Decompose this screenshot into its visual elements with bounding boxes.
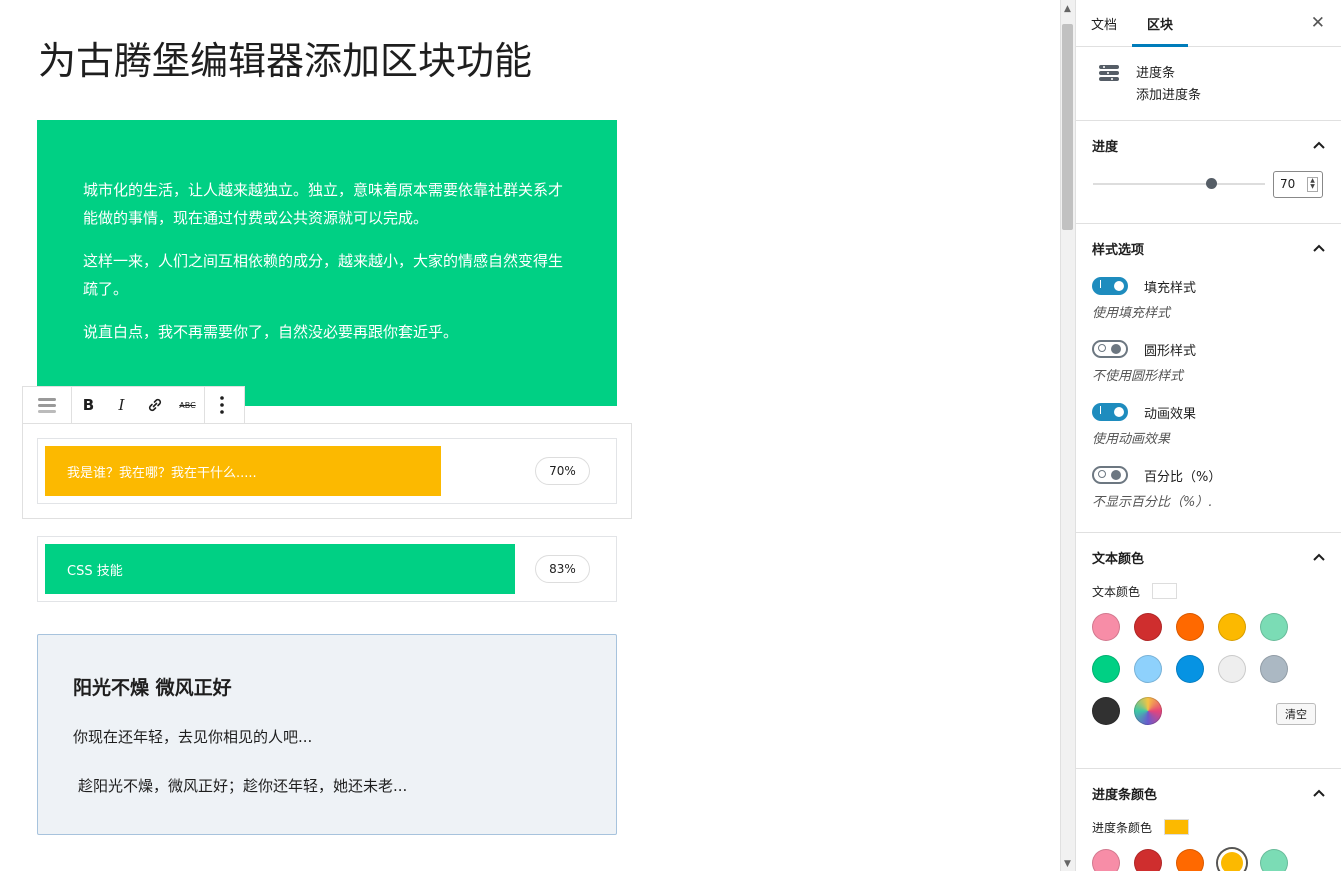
group-block[interactable]: 城市化的生活，让人越来越独立。独立，意味着原本需要依靠社群关系才能做的事情，现在… bbox=[37, 120, 617, 406]
color-swatch[interactable] bbox=[1218, 655, 1246, 683]
percent-toggle[interactable] bbox=[1092, 466, 1128, 484]
paragraph[interactable]: 说直白点，我不再需要你了，自然没必要再跟你套近乎。 bbox=[83, 318, 571, 346]
color-swatch[interactable] bbox=[1176, 655, 1204, 683]
toggle-help: 不显示百分比（%）. bbox=[1092, 495, 1213, 510]
block-name: 进度条 bbox=[1136, 66, 1176, 81]
progress-panel: 进度 70 ▲ ▼ bbox=[1076, 121, 1341, 224]
toggle-label: 百分比（%） bbox=[1144, 469, 1222, 485]
progress-range-slider[interactable] bbox=[1093, 178, 1265, 189]
progress-value: 70 bbox=[1280, 177, 1296, 191]
color-swatch[interactable] bbox=[1092, 655, 1120, 683]
quote-card-block[interactable]: 阳光不燥 微风正好 你现在还年轻，去见你相见的人吧... 趁阳光不燥，微风正好；… bbox=[37, 634, 617, 835]
progress-percent-badge: 83% bbox=[535, 555, 590, 583]
italic-button[interactable]: I bbox=[105, 387, 138, 423]
clear-button[interactable]: 清空 bbox=[1276, 703, 1316, 725]
text-color-panel: 文本颜色 文本颜色 清空 bbox=[1076, 533, 1341, 769]
paragraph[interactable]: 这样一来，人们之间互相依赖的成分，越来越小，大家的情感自然变得生疏了。 bbox=[83, 247, 571, 303]
number-spinner-icon[interactable]: ▲ ▼ bbox=[1307, 176, 1318, 192]
bold-button[interactable]: B bbox=[72, 387, 105, 423]
panel-title: 样式选项 bbox=[1092, 242, 1145, 258]
range-handle[interactable] bbox=[1206, 178, 1217, 189]
card-title[interactable]: 阳光不燥 微风正好 bbox=[73, 673, 581, 700]
close-icon[interactable]: ✕ bbox=[1311, 13, 1325, 33]
editor-canvas: 为古腾堡编辑器添加区块功能 城市化的生活，让人越来越独立。独立，意味着原本需要依… bbox=[0, 0, 1060, 871]
toggle-label: 圆形样式 bbox=[1144, 343, 1197, 359]
strikethrough-button[interactable]: ABC bbox=[171, 387, 204, 423]
progress-bar-fill: 我是谁？我在哪？我在干什么..... bbox=[45, 446, 441, 496]
progress-bar-fill: CSS 技能 bbox=[45, 544, 515, 594]
color-label: 文本颜色 bbox=[1092, 584, 1141, 599]
scroll-up-icon[interactable]: ▲ bbox=[1060, 2, 1075, 16]
progress-bar-block[interactable]: CSS 技能 83% bbox=[37, 536, 617, 602]
color-palette bbox=[1092, 849, 1322, 871]
color-swatch[interactable] bbox=[1134, 655, 1162, 683]
chevron-up-icon bbox=[1313, 550, 1325, 564]
progress-number-input[interactable]: 70 ▲ ▼ bbox=[1273, 170, 1323, 198]
progress-bar-icon bbox=[1098, 63, 1136, 120]
progress-bar-block[interactable]: 我是谁？我在哪？我在干什么..... 70% bbox=[37, 438, 617, 504]
color-swatch[interactable] bbox=[1134, 849, 1162, 871]
paragraph[interactable]: 城市化的生活，让人越来越独立。独立，意味着原本需要依靠社群关系才能做的事情，现在… bbox=[83, 176, 571, 232]
color-swatch[interactable] bbox=[1260, 655, 1288, 683]
tab-document[interactable]: 文档 bbox=[1076, 0, 1132, 46]
progress-bar-label: 我是谁？我在哪？我在干什么..... bbox=[67, 465, 257, 481]
link-icon[interactable] bbox=[138, 387, 171, 423]
animation-toggle[interactable] bbox=[1092, 403, 1128, 421]
bar-color-panel: 进度条颜色 进度条颜色 bbox=[1076, 769, 1341, 871]
color-swatch[interactable] bbox=[1092, 849, 1120, 871]
color-swatch[interactable] bbox=[1260, 849, 1288, 871]
panel-title: 文本颜色 bbox=[1092, 551, 1145, 567]
panel-toggle[interactable]: 样式选项 bbox=[1092, 224, 1325, 272]
custom-color-picker-icon[interactable] bbox=[1134, 697, 1162, 725]
toggle-label: 填充样式 bbox=[1144, 280, 1197, 296]
sidebar-tabs: 文档 区块 ✕ bbox=[1076, 0, 1341, 47]
color-label: 进度条颜色 bbox=[1092, 820, 1153, 835]
color-preview-swatch bbox=[1164, 819, 1190, 835]
circle-style-toggle[interactable] bbox=[1092, 340, 1128, 358]
more-vertical-icon[interactable] bbox=[205, 387, 238, 423]
color-swatch[interactable] bbox=[1176, 849, 1204, 871]
panel-toggle[interactable]: 进度条颜色 bbox=[1092, 769, 1325, 817]
toggle-help: 使用填充样式 bbox=[1092, 306, 1171, 321]
color-swatch[interactable] bbox=[1176, 613, 1204, 641]
style-options-panel: 样式选项 填充样式 使用填充样式 圆形样式 不使用圆形样式 动画效果 使用动画效… bbox=[1076, 224, 1341, 533]
scrollbar-thumb[interactable] bbox=[1062, 24, 1073, 230]
settings-sidebar: 文档 区块 ✕ 进度条 添加进度条 进度 70 ▲ ▼ 样式选项 填充样式 使用… bbox=[1075, 0, 1341, 871]
toggle-help: 不使用圆形样式 bbox=[1092, 369, 1184, 384]
color-swatch[interactable] bbox=[1134, 613, 1162, 641]
card-text[interactable]: 趁阳光不燥，微风正好；趁你还年轻，她还未老... bbox=[73, 775, 581, 796]
post-title[interactable]: 为古腾堡编辑器添加区块功能 bbox=[38, 30, 532, 85]
color-swatch[interactable] bbox=[1218, 613, 1246, 641]
card-text[interactable]: 你现在还年轻，去见你相见的人吧... bbox=[73, 726, 581, 747]
tab-block[interactable]: 区块 bbox=[1132, 0, 1189, 47]
color-preview-swatch bbox=[1152, 583, 1178, 599]
scroll-down-icon[interactable]: ▼ bbox=[1060, 857, 1075, 871]
toggle-help: 使用动画效果 bbox=[1092, 432, 1171, 447]
color-swatch[interactable] bbox=[1260, 613, 1288, 641]
progress-bar-label: CSS 技能 bbox=[67, 563, 123, 579]
panel-title: 进度 bbox=[1092, 139, 1119, 155]
chevron-up-icon bbox=[1313, 138, 1325, 152]
color-swatch[interactable] bbox=[1218, 849, 1246, 871]
block-description: 添加进度条 bbox=[1136, 88, 1202, 103]
block-card: 进度条 添加进度条 bbox=[1076, 47, 1341, 121]
progress-percent-badge: 70% bbox=[535, 457, 590, 485]
block-toolbar: B I ABC bbox=[22, 386, 245, 424]
panel-title: 进度条颜色 bbox=[1092, 787, 1158, 803]
color-swatch[interactable] bbox=[1092, 697, 1120, 725]
fill-style-toggle[interactable] bbox=[1092, 277, 1128, 295]
panel-toggle[interactable]: 文本颜色 bbox=[1092, 533, 1325, 581]
chevron-up-icon bbox=[1313, 786, 1325, 800]
panel-toggle[interactable]: 进度 bbox=[1092, 121, 1325, 169]
toggle-label: 动画效果 bbox=[1144, 406, 1197, 422]
color-swatch[interactable] bbox=[1092, 613, 1120, 641]
chevron-up-icon bbox=[1313, 241, 1325, 255]
progress-bar-icon[interactable] bbox=[23, 387, 71, 423]
